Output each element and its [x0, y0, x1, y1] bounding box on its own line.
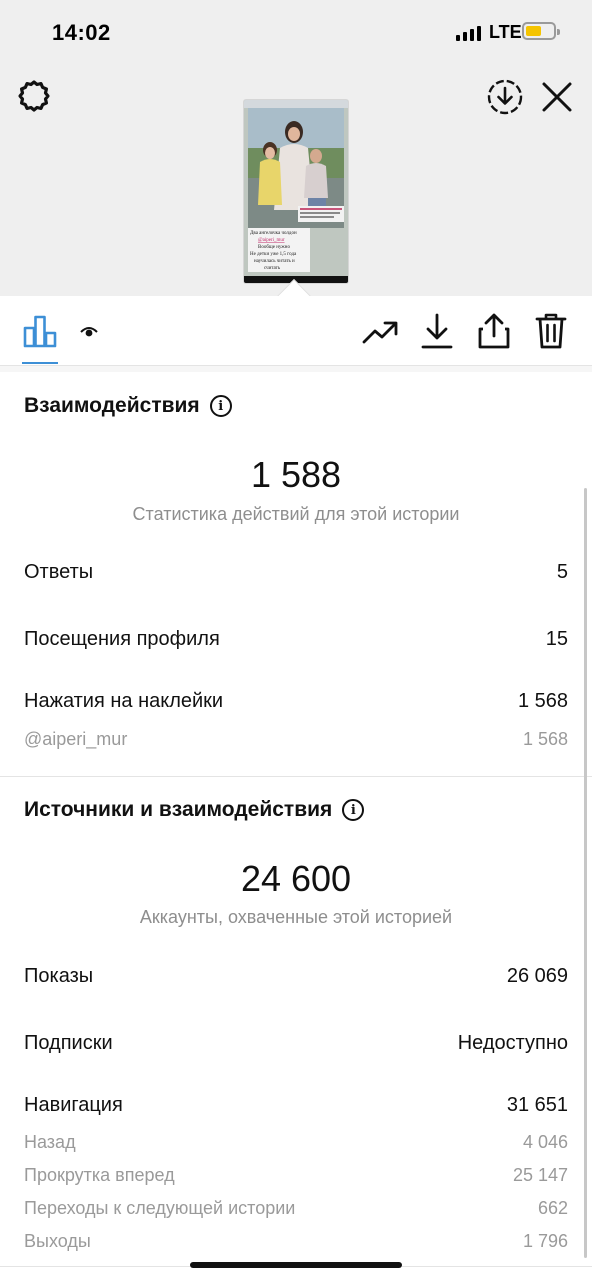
stat-sublabel: Переходы к следующей истории	[24, 1198, 296, 1218]
home-indicator[interactable]	[190, 1262, 402, 1268]
stat-subrow-forward: Прокрутка вперед 25 147	[24, 1165, 568, 1186]
stat-value: 5	[556, 561, 568, 583]
stat-row-sticker-taps: Нажатия на наклейки 1 568	[24, 690, 568, 713]
stat-value: 1 568	[517, 690, 568, 712]
stat-subrow-next-story: Переходы к следующей истории 662	[24, 1198, 568, 1219]
stat-label: Ответы	[24, 561, 94, 583]
stat-subrow-exits: Выходы 1 796	[24, 1231, 568, 1252]
discovery-title: Источники и взаимодействия i	[24, 798, 365, 822]
discovery-caption: Аккаунты, охваченные этой историей	[139, 907, 453, 927]
active-tab-indicator	[22, 362, 58, 364]
stat-sublabel: Прокрутка вперед	[24, 1165, 175, 1185]
thumb-line-1: Два ангелочка чолдон	[250, 231, 297, 236]
thumb-line-6: считать	[264, 266, 281, 271]
stat-sublabel: Выходы	[24, 1231, 91, 1251]
stat-row-profile-visits: Посещения профиля 15	[24, 628, 568, 651]
story-thumbnail[interactable]: Два ангелочка чолдон @aiperi_mur Вообще …	[244, 100, 348, 283]
info-icon[interactable]: i	[209, 395, 232, 417]
gear-icon[interactable]	[14, 77, 54, 117]
stat-row-follows: Подписки Недоступно	[24, 1032, 568, 1055]
stat-subvalue: 662	[537, 1198, 568, 1218]
stat-label: Подписки	[24, 1032, 113, 1054]
section-separator	[0, 366, 592, 372]
info-icon[interactable]: i	[342, 799, 365, 821]
stat-label: Нажатия на наклейки	[24, 690, 224, 712]
bar-chart-icon[interactable]	[22, 313, 58, 349]
stat-label: Показы	[24, 965, 94, 987]
stat-subrow-back: Назад 4 046	[24, 1132, 568, 1153]
thumb-line-3: Вообще нужно	[258, 245, 290, 250]
download-icon[interactable]	[417, 310, 457, 352]
stat-value: Недоступно	[457, 1032, 568, 1054]
trending-up-icon[interactable]	[360, 312, 400, 352]
stat-value: 15	[545, 628, 568, 650]
stat-row-replies: Ответы 5	[24, 561, 568, 584]
interactions-caption: Статистика действий для этой истории	[132, 504, 460, 524]
stat-subvalue: 1 568	[522, 729, 568, 749]
close-icon[interactable]	[537, 77, 577, 117]
stat-sublabel: Назад	[24, 1132, 76, 1152]
stat-subrow-mention: @aiperi_mur 1 568	[24, 729, 568, 750]
interactions-total: 1 588	[250, 454, 342, 495]
thumb-line-5: научилась читать и	[254, 259, 295, 264]
stat-value: 31 651	[506, 1094, 568, 1116]
scrollbar[interactable]	[584, 488, 587, 1258]
discovery-title-text: Источники и взаимодействия	[24, 798, 333, 821]
network-type: LTE	[489, 22, 522, 42]
thumb-line-2: @aiperi_mur	[258, 238, 285, 243]
signal-icon	[456, 25, 481, 41]
stat-row-impressions: Показы 26 069	[24, 965, 568, 988]
eye-icon[interactable]	[78, 320, 100, 342]
stat-subvalue: 4 046	[522, 1132, 568, 1152]
discovery-total: 24 600	[240, 858, 352, 899]
stat-label: Посещения профиля	[24, 628, 220, 650]
stat-label: Навигация	[24, 1094, 123, 1116]
interactions-title-text: Взаимодействия	[24, 394, 200, 417]
battery-icon	[522, 22, 560, 40]
trash-icon[interactable]	[531, 310, 571, 352]
status-bar: 14:02 LTE	[0, 0, 592, 64]
share-icon[interactable]	[474, 310, 514, 352]
thumb-line-4: Не детки уже 1,5 года	[250, 252, 297, 257]
section-divider	[0, 776, 592, 777]
interactions-title: Взаимодействия i	[24, 394, 232, 418]
status-time: 14:02	[52, 20, 111, 45]
stat-sublabel: @aiperi_mur	[24, 729, 128, 749]
stat-subvalue: 25 147	[512, 1165, 568, 1185]
stat-subvalue: 1 796	[522, 1231, 568, 1251]
download-circle-icon[interactable]	[485, 77, 525, 117]
stat-row-navigation: Навигация 31 651	[24, 1094, 568, 1117]
stat-value: 26 069	[506, 965, 568, 987]
